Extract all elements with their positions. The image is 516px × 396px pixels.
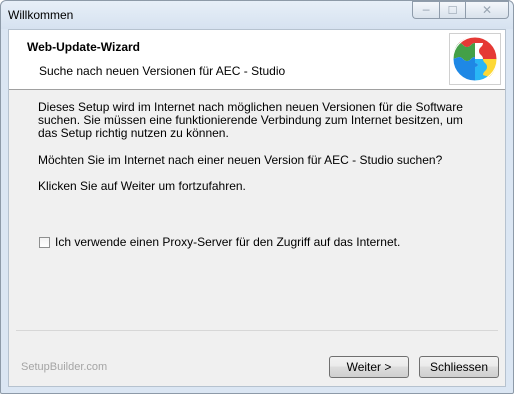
wizard-title: Web-Update-Wizard [27,40,141,54]
wizard-subtitle: Suche nach neuen Versionen für AEC - Stu… [39,64,286,78]
wizard-window: Willkommen ─ ☐ ✕ Web-Update-Wizard Suche… [0,0,514,394]
maximize-icon: ☐ [447,3,458,17]
close-icon: ✕ [481,3,493,17]
footer-divider [16,330,498,331]
instruction-paragraph: Klicken Sie auf Weiter um fortzufahren. [38,179,246,193]
wizard-client-area: Web-Update-Wizard Suche nach neuen Versi… [8,29,506,387]
maximize-button[interactable]: ☐ [439,1,465,19]
minimize-button[interactable]: ─ [412,1,439,19]
intro-paragraph: Dieses Setup wird im Internet nach mögli… [38,100,463,140]
window-title: Willkommen [8,8,74,22]
brand-label: SetupBuilder.com [21,361,108,373]
close-button[interactable]: Schliessen [419,356,499,378]
title-bar[interactable]: Willkommen ─ ☐ ✕ [1,1,513,29]
minimize-icon: ─ [422,3,430,17]
wizard-header: Web-Update-Wizard Suche nach neuen Versi… [9,30,505,90]
close-window-button[interactable]: ✕ [465,1,509,19]
proxy-checkbox-row[interactable]: Ich verwende einen Proxy-Server für den … [39,235,400,249]
proxy-checkbox-label[interactable]: Ich verwende einen Proxy-Server für den … [55,235,400,249]
next-button[interactable]: Weiter > [329,356,409,378]
puzzle-globe-icon [449,33,501,85]
proxy-checkbox[interactable] [39,236,50,248]
question-paragraph: Möchten Sie im Internet nach einer neuen… [38,153,443,167]
caption-buttons: ─ ☐ ✕ [412,1,509,21]
